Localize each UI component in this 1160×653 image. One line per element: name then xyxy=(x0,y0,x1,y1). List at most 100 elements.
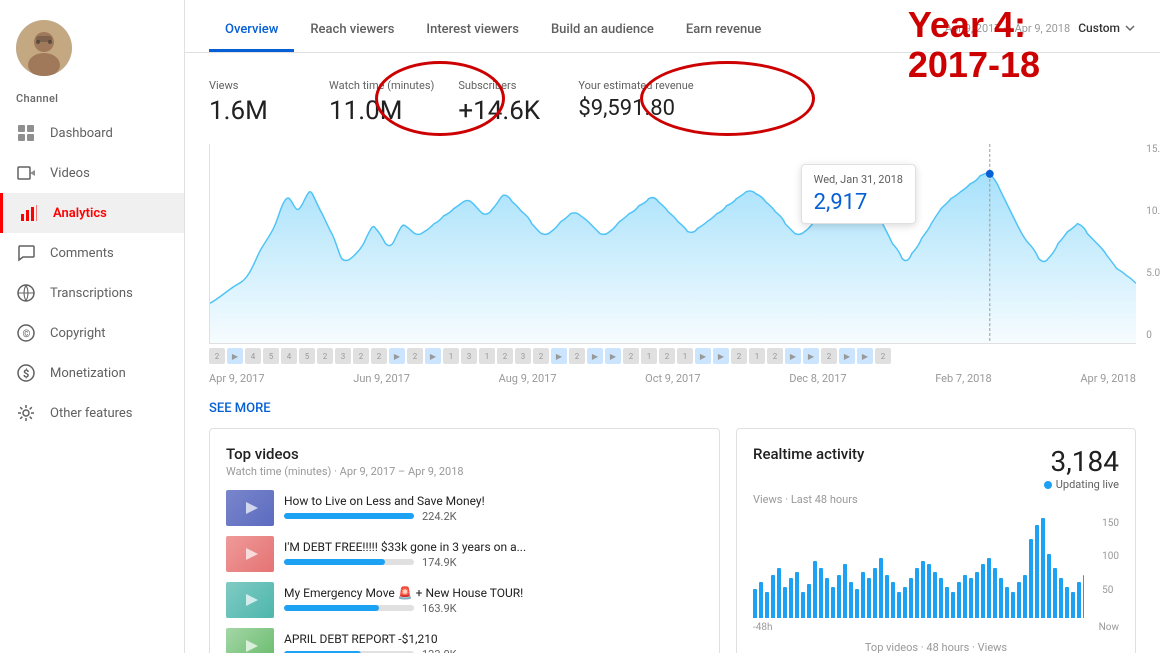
stat-views: Views 1.6M xyxy=(209,69,329,136)
tab-overview[interactable]: Overview xyxy=(209,12,294,52)
rt-bar xyxy=(969,578,973,618)
video-bar-wrap-2: 174.9K xyxy=(284,556,703,569)
sidebar-item-videos[interactable]: Videos xyxy=(0,153,184,193)
rt-bar xyxy=(819,568,823,618)
stat-watch-time: Watch time (minutes) 11.0M xyxy=(329,69,458,136)
rt-bar xyxy=(879,558,883,618)
main-content: Overview Reach viewers Interest viewers … xyxy=(185,0,1160,653)
video-info-4: APRIL DEBT REPORT -$1,210 133.0K xyxy=(284,632,703,653)
video-row-4[interactable]: APRIL DEBT REPORT -$1,210 133.0K xyxy=(226,628,703,653)
monetization-icon: $ xyxy=(16,363,36,383)
rt-bar xyxy=(921,561,925,618)
rt-bar xyxy=(1005,587,1009,618)
tick: 1 xyxy=(749,348,765,364)
rt-bar xyxy=(825,578,829,618)
sidebar-item-monetization[interactable]: $ Monetization xyxy=(0,353,184,393)
tab-build-audience[interactable]: Build an audience xyxy=(535,12,670,52)
sidebar-item-comments[interactable]: Comments xyxy=(0,233,184,273)
comments-icon xyxy=(16,243,36,263)
rt-bar xyxy=(1059,578,1063,618)
rt-bar xyxy=(807,584,811,618)
rt-bar xyxy=(861,572,865,618)
revenue-label: Your estimated revenue xyxy=(578,79,693,92)
video-count-2: 174.9K xyxy=(422,556,457,569)
top-nav: Overview Reach viewers Interest viewers … xyxy=(185,0,1160,53)
views-label: Views xyxy=(209,79,305,92)
sidebar-other-features-label: Other features xyxy=(50,406,133,421)
video-bar-bg-3 xyxy=(284,605,414,611)
rt-bar xyxy=(855,589,859,618)
sidebar-videos-label: Videos xyxy=(50,166,90,181)
video-info-2: I'M DEBT FREE!!!!! $33k gone in 3 years … xyxy=(284,540,703,569)
sidebar-monetization-label: Monetization xyxy=(50,366,126,381)
realtime-live: Updating live xyxy=(1044,478,1119,491)
date-select-value: Custom xyxy=(1078,21,1120,35)
rt-x-left: -48h xyxy=(753,622,773,633)
rt-bar xyxy=(1011,592,1015,618)
rt-bar xyxy=(813,561,817,618)
realtime-footer: Top videos · 48 hours · Views xyxy=(753,641,1119,653)
rt-bar xyxy=(981,564,985,618)
tick: 2 xyxy=(767,348,783,364)
rt-bar xyxy=(891,582,895,618)
video-thumb-3 xyxy=(226,582,274,618)
rt-bar xyxy=(801,592,805,618)
video-row-1[interactable]: How to Live on Less and Save Money! 224.… xyxy=(226,490,703,526)
tick: 2 xyxy=(875,348,891,364)
x-label-4: Dec 8, 2017 xyxy=(789,372,846,385)
chart-container: Wed, Jan 31, 2018 2,917 15.0K 10.0K 5.0K… xyxy=(209,144,1136,344)
sidebar-item-copyright[interactable]: © Copyright xyxy=(0,313,184,353)
sidebar-item-analytics[interactable]: Analytics xyxy=(0,193,184,233)
x-label-5: Feb 7, 2018 xyxy=(935,372,992,385)
rt-bar xyxy=(843,564,847,618)
revenue-value: $9,591.80 xyxy=(578,96,693,121)
subscribers-value: +14.6K xyxy=(458,96,554,126)
svg-text:$: $ xyxy=(23,368,29,381)
realtime-x-labels: -48h Now xyxy=(753,622,1119,633)
videos-icon xyxy=(16,163,36,183)
rt-bar xyxy=(1053,568,1057,618)
rt-bar xyxy=(849,582,853,618)
rt-bar xyxy=(1083,575,1084,618)
sidebar-item-transcriptions[interactable]: Transcriptions xyxy=(0,273,184,313)
y-label-4: 0 xyxy=(1146,330,1160,341)
date-select[interactable]: Custom xyxy=(1078,21,1136,35)
channel-label: Channel xyxy=(0,92,184,113)
rt-bar xyxy=(939,578,943,618)
rt-bar xyxy=(903,587,907,618)
sidebar-item-dashboard[interactable]: Dashboard xyxy=(0,113,184,153)
stats-row: Views 1.6M Watch time (minutes) 11.0M Su… xyxy=(209,69,1136,136)
rt-bar xyxy=(765,592,769,618)
video-thumb-2 xyxy=(226,536,274,572)
tab-interest-viewers[interactable]: Interest viewers xyxy=(410,12,535,52)
tick: 2 xyxy=(659,348,675,364)
video-title-1: How to Live on Less and Save Money! xyxy=(284,494,703,508)
tick: 3 xyxy=(461,348,477,364)
rt-bar xyxy=(927,564,931,618)
tick: ▶ xyxy=(857,348,873,364)
x-label-0: Apr 9, 2017 xyxy=(209,372,265,385)
realtime-count: 3,184 xyxy=(1051,445,1119,478)
sidebar-comments-label: Comments xyxy=(50,246,114,261)
rt-bar xyxy=(1077,582,1081,618)
video-bar-fill-2 xyxy=(284,559,385,565)
tick: 1 xyxy=(479,348,495,364)
rt-bar xyxy=(957,582,961,618)
rt-bar xyxy=(873,568,877,618)
tick: ▶ xyxy=(605,348,621,364)
tab-reach-viewers[interactable]: Reach viewers xyxy=(294,12,410,52)
tick: ▶ xyxy=(803,348,819,364)
stat-subscribers: Subscribers +14.6K xyxy=(458,69,578,136)
nav-tabs: Overview Reach viewers Interest viewers … xyxy=(209,12,777,52)
copyright-icon: © xyxy=(16,323,36,343)
tab-earn-revenue[interactable]: Earn revenue xyxy=(670,12,778,52)
video-row-3[interactable]: My Emergency Move 🚨 + New House TOUR! 16… xyxy=(226,582,703,618)
sidebar-analytics-label: Analytics xyxy=(53,206,107,221)
watch-value: 11.0M xyxy=(329,96,434,126)
video-row-2[interactable]: I'M DEBT FREE!!!!! $33k gone in 3 years … xyxy=(226,536,703,572)
see-more-button[interactable]: SEE MORE xyxy=(185,393,1160,428)
video-bar-bg-2 xyxy=(284,559,414,565)
rt-bar xyxy=(915,568,919,618)
tick: 5 xyxy=(263,348,279,364)
sidebar-item-other-features[interactable]: Other features xyxy=(0,393,184,433)
